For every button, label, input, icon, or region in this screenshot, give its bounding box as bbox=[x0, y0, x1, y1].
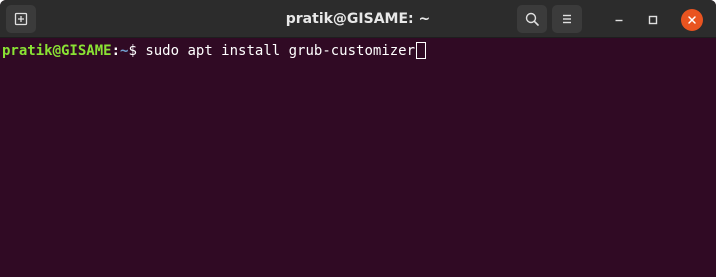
search-button[interactable] bbox=[517, 5, 547, 33]
close-icon bbox=[688, 16, 696, 24]
minimize-icon bbox=[615, 19, 623, 22]
terminal-window: pratik@GISAME: ~ pratik@GISAME:~$ sudo a… bbox=[0, 0, 716, 277]
command-text: sudo apt install grub-customizer bbox=[145, 43, 416, 59]
prompt-symbol: $ bbox=[128, 43, 146, 59]
close-button[interactable] bbox=[681, 9, 703, 31]
maximize-icon bbox=[648, 15, 658, 25]
hamburger-menu-icon bbox=[563, 14, 571, 24]
title-bar[interactable]: pratik@GISAME: ~ bbox=[0, 0, 716, 38]
maximize-button[interactable] bbox=[642, 9, 664, 31]
new-tab-icon bbox=[14, 12, 28, 26]
minimize-button[interactable] bbox=[608, 9, 630, 31]
text-cursor bbox=[416, 42, 427, 59]
prompt-user-host: pratik@GISAME bbox=[2, 43, 112, 59]
prompt-colon: : bbox=[111, 43, 121, 59]
menu-button[interactable] bbox=[552, 5, 582, 33]
new-tab-button[interactable] bbox=[6, 5, 36, 33]
terminal-output[interactable]: pratik@GISAME:~$ sudo apt install grub-c… bbox=[0, 38, 716, 277]
search-icon bbox=[525, 12, 539, 26]
